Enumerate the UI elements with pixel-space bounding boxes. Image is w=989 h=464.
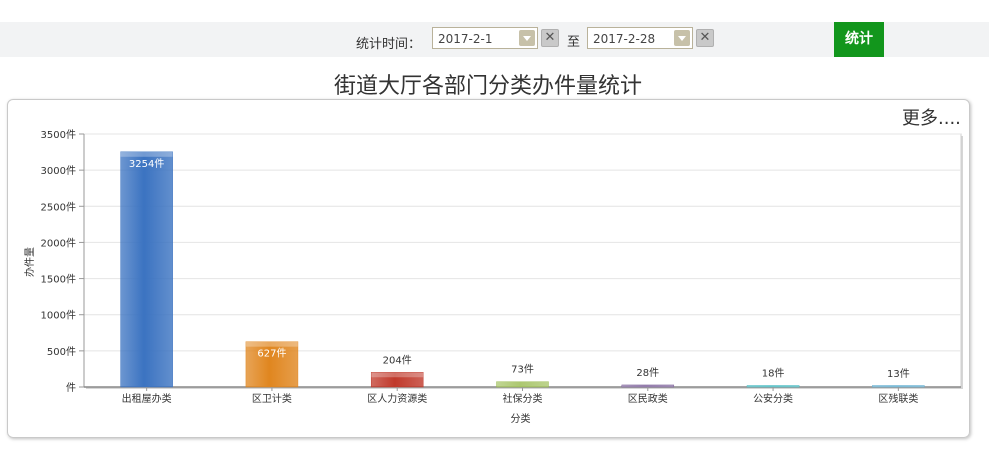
bar-highlight — [621, 384, 674, 387]
bar-highlight — [747, 385, 800, 387]
x-axis-title: 分类 — [511, 412, 531, 425]
bar-value-label: 627件 — [257, 348, 286, 360]
x-tick-label: 出租屋办类 — [122, 392, 172, 405]
bar-value-label: 3254件 — [129, 158, 164, 170]
plot-area — [83, 133, 962, 388]
y-tick-label: 1500件 — [41, 274, 76, 286]
y-tick-label: 500件 — [47, 346, 76, 358]
y-tick-label: 1000件 — [41, 310, 76, 322]
bar-highlight — [496, 381, 549, 387]
y-tick-label: 3500件 — [41, 129, 76, 141]
x-tick-label: 区残联类 — [878, 392, 918, 405]
x-tick-label: 区卫计类 — [252, 392, 292, 405]
x-tick-label: 区人力资源类 — [367, 392, 427, 405]
bar-value-label: 28件 — [636, 367, 659, 379]
bar-1 — [120, 151, 173, 388]
x-tick-label: 社保分类 — [503, 392, 543, 405]
bar-value-label: 18件 — [762, 368, 785, 380]
y-tick-label: 3000件 — [41, 165, 76, 177]
bar-value-label: 73件 — [511, 364, 534, 376]
bar-value-label: 204件 — [383, 354, 412, 366]
x-tick-label: 区民政类 — [628, 392, 668, 405]
bar-value-label: 13件 — [887, 368, 910, 380]
bar-highlight — [872, 385, 925, 387]
bar-highlight — [371, 372, 424, 378]
x-tick-label: 公安分类 — [753, 392, 793, 405]
bar-highlight — [245, 341, 298, 347]
y-tick-label: 2000件 — [41, 237, 76, 249]
y-axis-title: 办件量 — [23, 247, 36, 277]
bar-chart: 件 500件 1000件 1500件 2000件 2500件 3000件 3500件 3254件… — [23, 129, 963, 425]
y-tick-label: 件 — [66, 382, 76, 394]
y-tick-label: 2500件 — [41, 201, 76, 213]
bar-highlight — [120, 151, 173, 157]
